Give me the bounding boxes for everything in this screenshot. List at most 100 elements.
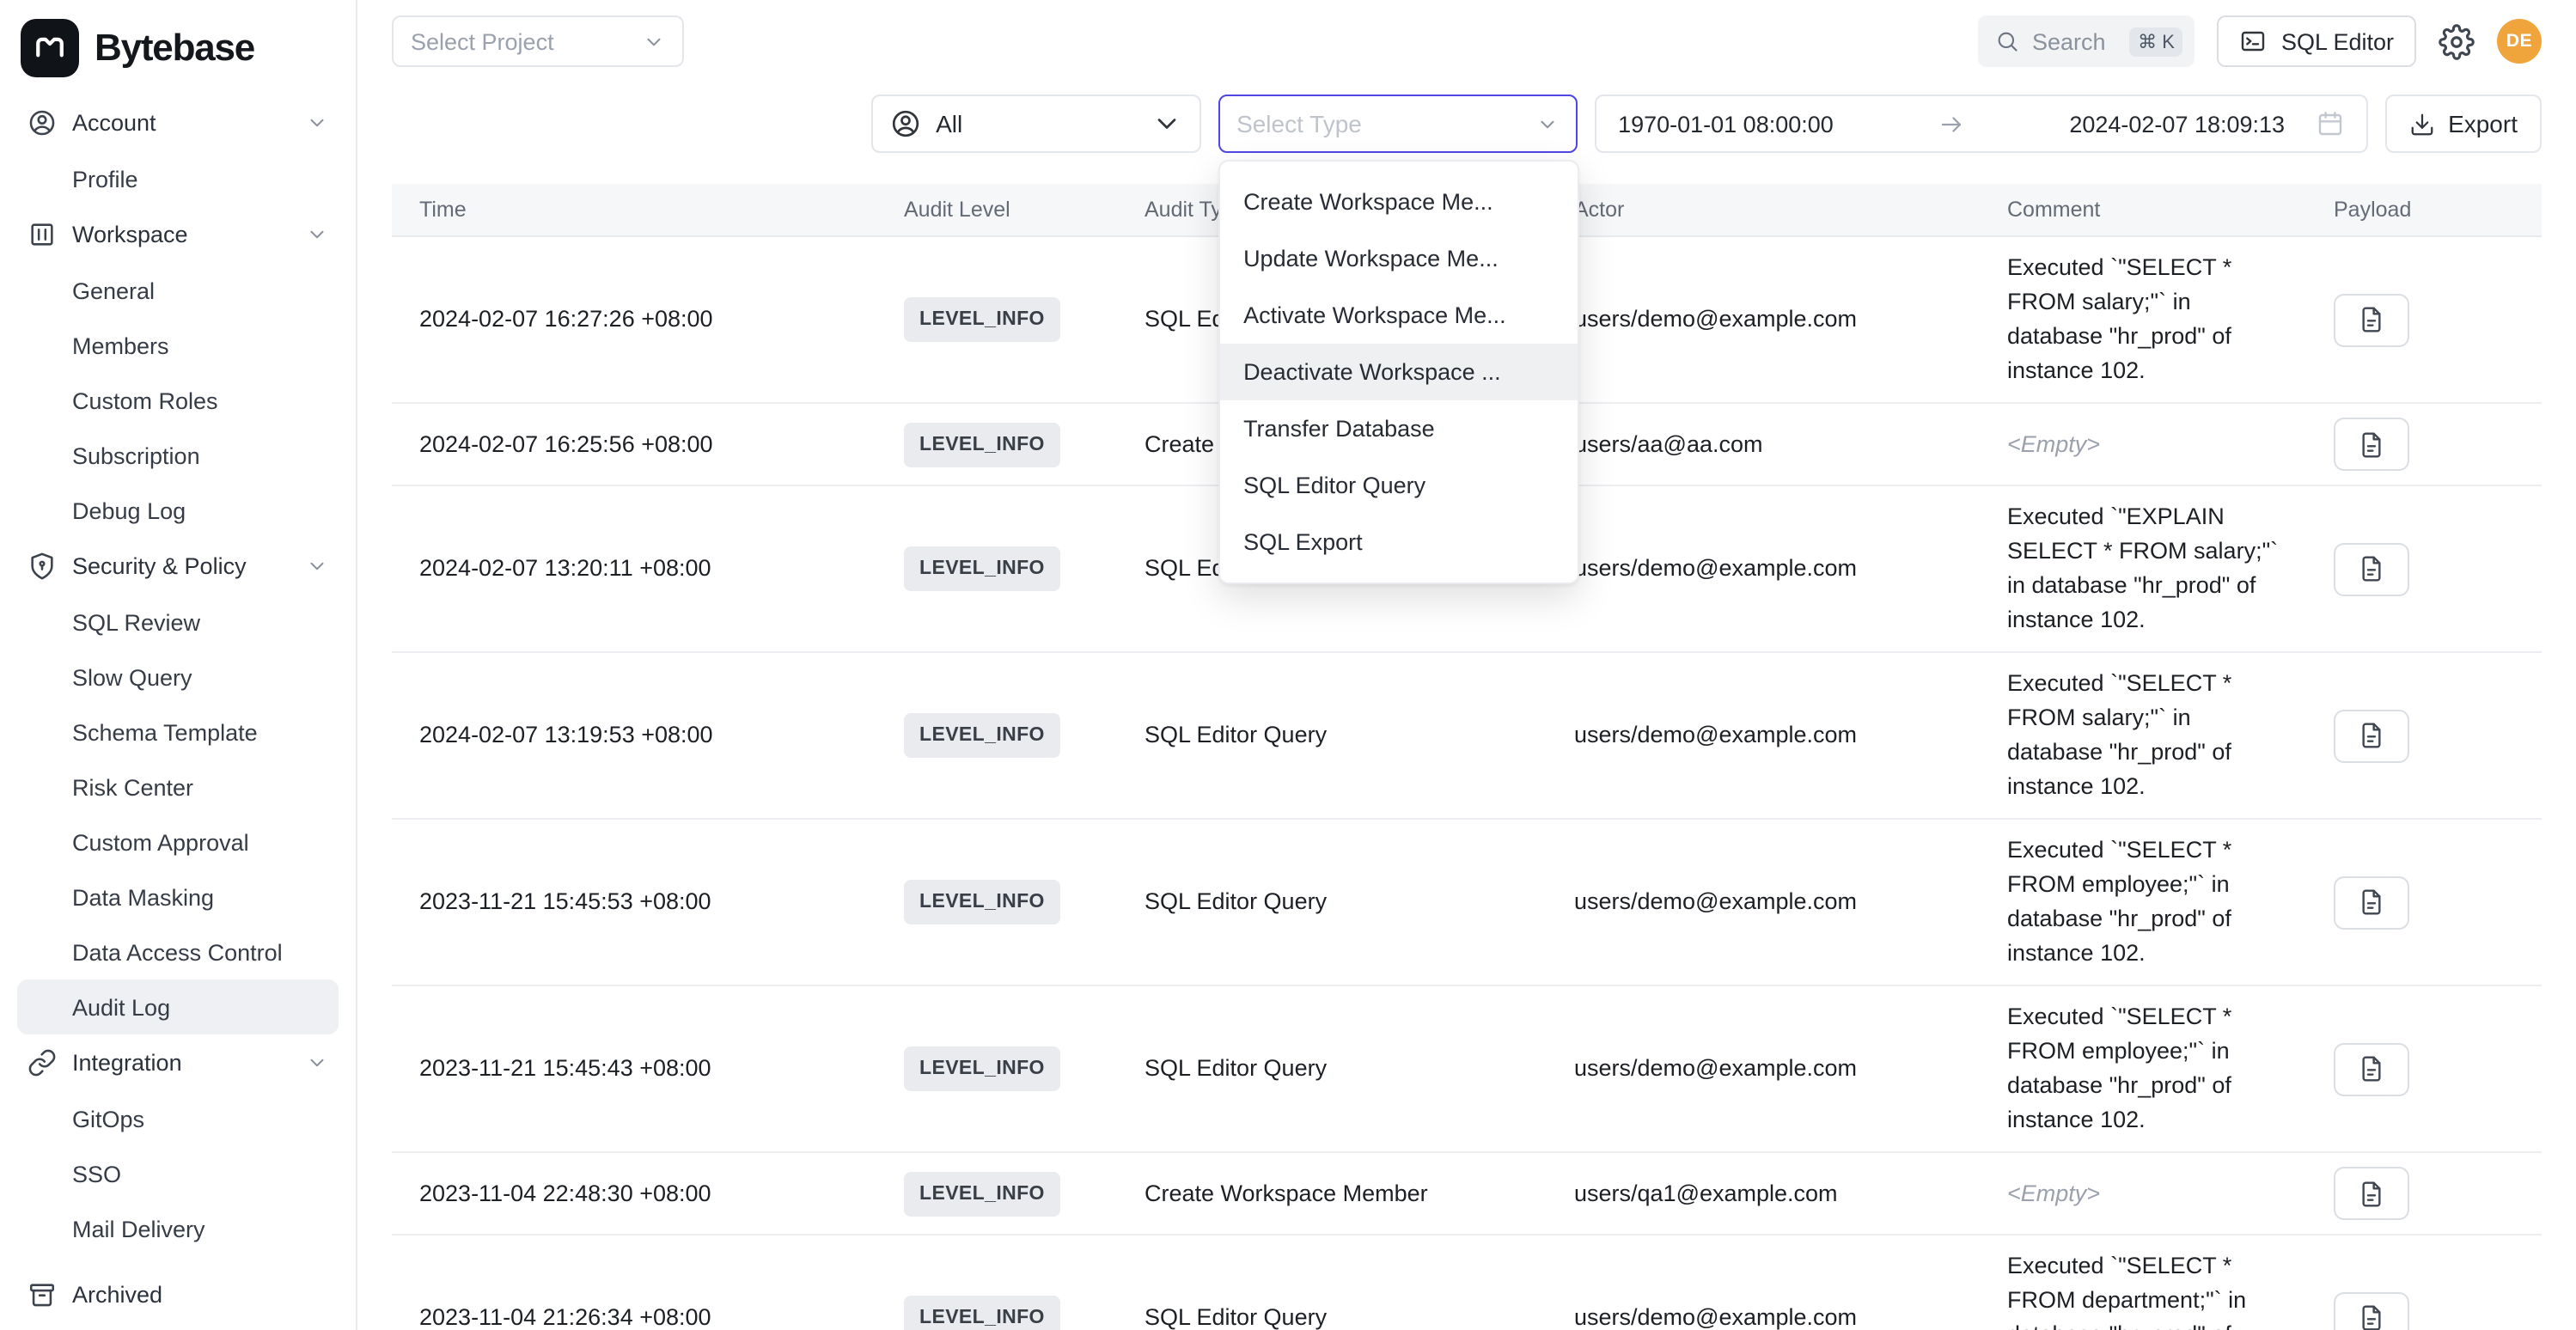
cell-audit-level: LEVEL_INFO — [876, 1171, 1117, 1216]
sidebar-item-risk-center[interactable]: Risk Center — [17, 760, 339, 814]
archive-icon — [27, 1280, 57, 1309]
cell-time: 2024-02-07 13:20:11 +08:00 — [392, 552, 876, 586]
chevron-down-icon — [643, 30, 665, 52]
search-input[interactable]: Search ⌘ K — [1979, 15, 2195, 67]
level-badge: LEVEL_INFO — [904, 880, 1060, 924]
column-header-actor: Actor — [1547, 198, 1980, 222]
payload-view-button[interactable] — [2334, 418, 2409, 471]
gear-icon[interactable] — [2439, 23, 2475, 59]
topbar-right: Search ⌘ K SQL Editor DE — [1979, 15, 2542, 67]
payload-view-button[interactable] — [2334, 1291, 2409, 1330]
type-option-create-workspace-me[interactable]: Create Workspace Me... — [1219, 174, 1577, 230]
audit-type-select[interactable]: Select Type Create Workspace Me...Update… — [1218, 95, 1577, 153]
sidebar-item-members[interactable]: Members — [17, 318, 339, 373]
cell-actor: users/demo@example.com — [1547, 552, 1980, 586]
sidebar-item-sql-review[interactable]: SQL Review — [17, 595, 339, 650]
cell-actor: users/demo@example.com — [1547, 885, 1980, 919]
terminal-icon — [2240, 27, 2268, 55]
file-icon — [2358, 722, 2385, 749]
sidebar-section-account[interactable]: Account — [17, 95, 339, 151]
type-option-transfer-database[interactable]: Transfer Database — [1219, 400, 1577, 457]
cell-audit-level: LEVEL_INFO — [876, 546, 1117, 591]
cell-time: 2024-02-07 16:27:26 +08:00 — [392, 302, 876, 337]
sidebar-item-slow-query[interactable]: Slow Query — [17, 650, 339, 705]
chevron-down-icon — [306, 223, 328, 246]
sidebar-item-data-access-control[interactable]: Data Access Control — [17, 924, 339, 979]
sidebar-item-gitops[interactable]: GitOps — [17, 1091, 339, 1146]
payload-view-button[interactable] — [2334, 1042, 2409, 1095]
chevron-down-icon — [1151, 108, 1181, 139]
cell-time: 2023-11-21 15:45:43 +08:00 — [392, 1052, 876, 1086]
payload-view-button[interactable] — [2334, 1167, 2409, 1220]
sidebar-section-label: Workspace — [72, 222, 290, 247]
level-badge: LEVEL_INFO — [904, 1296, 1060, 1330]
user-circle-icon — [889, 108, 920, 139]
payload-view-button[interactable] — [2334, 293, 2409, 346]
user-avatar[interactable]: DE — [2497, 19, 2542, 64]
column-header-time: Time — [392, 198, 876, 222]
cell-audit-type: Create Workspace Member — [1117, 1176, 1547, 1211]
payload-view-button[interactable] — [2334, 709, 2409, 762]
sidebar-section-workspace[interactable]: Workspace — [17, 206, 339, 263]
cell-payload — [2306, 1291, 2542, 1330]
file-icon — [2358, 1304, 2385, 1330]
sidebar-item-mail-delivery[interactable]: Mail Delivery — [17, 1201, 339, 1256]
type-option-deactivate-workspace[interactable]: Deactivate Workspace ... — [1219, 344, 1577, 400]
chevron-down-icon — [306, 112, 328, 134]
sidebar-item-subscription[interactable]: Subscription — [17, 428, 339, 483]
column-header-payload: Payload — [2306, 198, 2542, 222]
cell-actor: users/demo@example.com — [1547, 1052, 1980, 1086]
sidebar-item-custom-approval[interactable]: Custom Approval — [17, 814, 339, 869]
type-option-sql-editor-query[interactable]: SQL Editor Query — [1219, 457, 1577, 514]
search-placeholder: Search — [2032, 28, 2106, 54]
logo-mark-icon — [31, 29, 69, 67]
bytebase-logo[interactable]: Bytebase — [17, 14, 339, 95]
date-to: 2024-02-07 18:09:13 — [2069, 111, 2285, 137]
project-select-value: Select Project — [411, 28, 554, 54]
sidebar-item-data-masking[interactable]: Data Masking — [17, 869, 339, 924]
type-option-sql-export[interactable]: SQL Export — [1219, 514, 1577, 570]
sidebar-item-sso[interactable]: SSO — [17, 1146, 339, 1201]
cell-time: 2024-02-07 13:19:53 +08:00 — [392, 718, 876, 753]
filter-bar: All Select Type Create Workspace Me...Up… — [392, 95, 2542, 153]
type-select-menu: Create Workspace Me...Update Workspace M… — [1218, 160, 1578, 584]
cell-comment: Executed `"SELECT * FROM salary;"` in da… — [1980, 667, 2306, 804]
table-row: 2023-11-21 15:45:53 +08:00LEVEL_INFOSQL … — [392, 820, 2542, 986]
sidebar-item-general[interactable]: General — [17, 263, 339, 318]
cell-audit-level: LEVEL_INFO — [876, 713, 1117, 758]
date-range-picker[interactable]: 1970-01-01 08:00:00 2024-02-07 18:09:13 — [1594, 95, 2367, 153]
sql-editor-label: SQL Editor — [2281, 28, 2394, 54]
sidebar-item-audit-log[interactable]: Audit Log — [17, 979, 339, 1034]
cell-comment: <Empty> — [1980, 427, 2306, 461]
file-icon — [2358, 1180, 2385, 1207]
sidebar-section-security-policy[interactable]: Security & Policy — [17, 538, 339, 595]
sidebar: Bytebase AccountProfileWorkspaceGeneralM… — [0, 0, 357, 1330]
sidebar-section-integration[interactable]: Integration — [17, 1034, 339, 1091]
cell-actor: users/aa@aa.com — [1547, 427, 1980, 461]
link-icon — [27, 1048, 57, 1077]
sql-editor-button[interactable]: SQL Editor — [2218, 15, 2416, 67]
export-button[interactable]: Export — [2384, 95, 2542, 153]
payload-view-button[interactable] — [2334, 542, 2409, 595]
cell-audit-type: SQL Editor Query — [1117, 1052, 1547, 1086]
project-select[interactable]: Select Project — [392, 15, 684, 67]
sidebar-item-custom-roles[interactable]: Custom Roles — [17, 373, 339, 428]
workspace-icon — [27, 220, 57, 249]
cell-payload — [2306, 875, 2542, 929]
actor-filter-select[interactable]: All — [870, 95, 1200, 153]
sidebar-item-archived[interactable]: Archived — [17, 1273, 339, 1309]
cell-comment: Executed `"SELECT * FROM employee;"` in … — [1980, 1000, 2306, 1138]
cell-actor: users/qa1@example.com — [1547, 1176, 1980, 1211]
cell-comment: <Empty> — [1980, 1176, 2306, 1211]
type-option-activate-workspace-me[interactable]: Activate Workspace Me... — [1219, 287, 1577, 344]
export-label: Export — [2448, 110, 2518, 137]
payload-view-button[interactable] — [2334, 875, 2409, 929]
sidebar-item-profile[interactable]: Profile — [17, 151, 339, 206]
cell-time: 2023-11-21 15:45:53 +08:00 — [392, 885, 876, 919]
sidebar-footer-label: Archived — [72, 1282, 162, 1308]
sidebar-item-schema-template[interactable]: Schema Template — [17, 705, 339, 760]
type-select-placeholder: Select Type — [1236, 110, 1362, 137]
type-option-update-workspace-me[interactable]: Update Workspace Me... — [1219, 230, 1577, 287]
sidebar-item-debug-log[interactable]: Debug Log — [17, 483, 339, 538]
logo-text: Bytebase — [95, 26, 254, 70]
